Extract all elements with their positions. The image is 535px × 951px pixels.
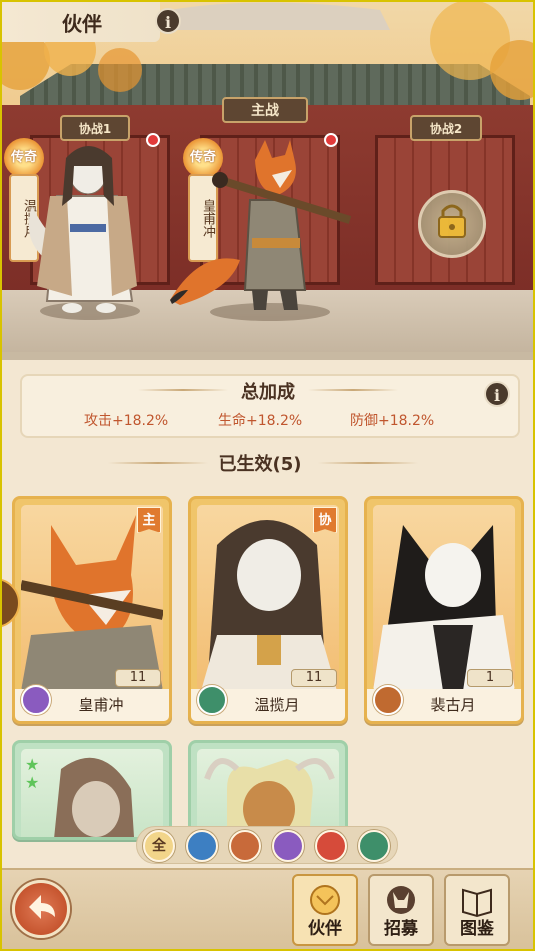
- role-tag-main: 主: [137, 507, 161, 533]
- role-tag-assist: 协: [313, 507, 337, 533]
- partner-portrait: [21, 749, 163, 837]
- partner-card-uncommon-1[interactable]: ★ ★: [12, 740, 172, 840]
- partner-portrait: [21, 505, 163, 691]
- partner-level: 11: [291, 669, 337, 687]
- nav-recruit-tab[interactable]: 招募: [368, 874, 434, 946]
- page-title: 伙伴: [62, 12, 102, 36]
- main-battle-plaque: 主战: [222, 97, 308, 123]
- nav-partner-tab[interactable]: 伙伴: [292, 874, 358, 946]
- back-arrow-icon: [29, 895, 55, 919]
- stat-attack: 攻击+18.2%: [84, 413, 169, 429]
- recruit-fox-icon: [387, 886, 415, 914]
- decorative-line: [108, 462, 208, 464]
- fox-character-huangfu-chong[interactable]: [160, 140, 360, 320]
- nav-codex-tab[interactable]: 图鉴: [444, 874, 510, 946]
- bonus-info-button[interactable]: i: [484, 381, 510, 407]
- leaf-element-icon: [197, 685, 227, 715]
- decorative-line: [318, 462, 418, 464]
- book-icon: [462, 888, 492, 918]
- scene-divider: [0, 352, 535, 360]
- spirit-element-icon: [21, 685, 51, 715]
- nav-partner-label: 伙伴: [308, 919, 342, 939]
- locked-slot-button[interactable]: [418, 190, 486, 258]
- filter-water-button[interactable]: [186, 830, 218, 862]
- decorative-line: [308, 389, 398, 391]
- partner-level: 11: [115, 669, 161, 687]
- partner-emblem-icon: [310, 885, 340, 915]
- partner-name: 皇甫冲: [78, 696, 124, 714]
- filter-spirit-button[interactable]: [272, 830, 304, 862]
- nav-recruit-label: 招募: [384, 919, 418, 939]
- partner-portrait: [197, 505, 339, 691]
- lock-icon: [438, 204, 466, 238]
- title-tab: 伙伴: [0, 0, 160, 42]
- info-icon: i: [164, 13, 172, 32]
- fist-element-icon: [373, 685, 403, 715]
- nav-codex-label: 图鉴: [460, 919, 494, 939]
- filter-fist-button[interactable]: [229, 830, 261, 862]
- back-button[interactable]: [12, 880, 70, 938]
- info-icon: i: [493, 386, 501, 405]
- partner-card-wen-lanyue[interactable]: 协 11 温揽月: [188, 496, 348, 724]
- element-filter-bar: 全: [136, 826, 398, 864]
- star-icon: ★: [25, 755, 40, 774]
- partner-level: 1: [467, 669, 513, 687]
- decorative-line: [138, 389, 228, 391]
- active-partners-title: 已生效(5): [218, 454, 302, 475]
- star-icon: ★: [25, 773, 40, 792]
- stat-defense: 防御+18.2%: [350, 413, 435, 429]
- partner-card-uncommon-2[interactable]: [188, 740, 348, 840]
- wolf-character-wen-lanyue[interactable]: [22, 136, 152, 318]
- partner-card-huangfu-chong[interactable]: 主 11 皇甫冲: [12, 496, 172, 724]
- filter-leaf-button[interactable]: [358, 830, 390, 862]
- filter-all-button[interactable]: 全: [143, 830, 175, 862]
- stat-health: 生命+18.2%: [218, 413, 303, 429]
- assist2-plaque: 协战2: [410, 115, 482, 141]
- partner-card-pei-guyue[interactable]: 1 裴古月: [364, 496, 524, 724]
- help-info-button[interactable]: i: [155, 8, 181, 34]
- filter-fire-button[interactable]: [315, 830, 347, 862]
- partner-name: 裴古月: [430, 696, 476, 714]
- total-bonus-title: 总加成: [241, 382, 295, 403]
- partner-portrait: [373, 505, 515, 691]
- partner-name: 温揽月: [254, 696, 300, 714]
